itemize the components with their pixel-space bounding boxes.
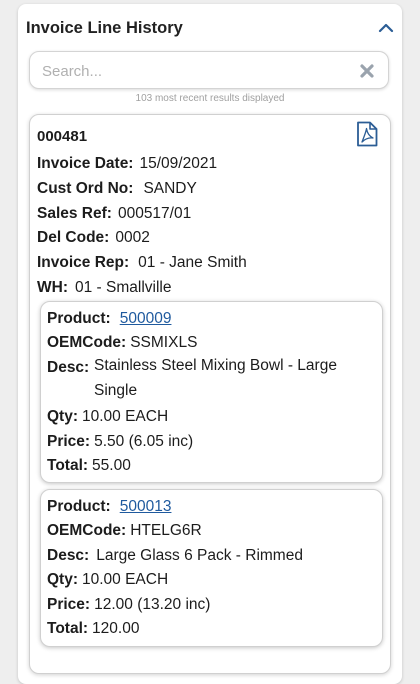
desc-label: Desc: xyxy=(47,359,90,376)
search-box xyxy=(29,51,389,89)
sales-ref-label: Sales Ref: xyxy=(37,205,112,222)
close-icon[interactable] xyxy=(360,64,374,78)
oem-code-row: OEMCode: SSMIXLS xyxy=(47,334,197,352)
sales-ref-value: 000517/01 xyxy=(117,205,192,222)
panel-header[interactable]: Invoice Line History xyxy=(18,4,402,50)
qty-value: 10.00 EACH xyxy=(82,408,169,425)
invoice-date-value: 15/09/2021 xyxy=(139,155,218,172)
desc-value: Large Glass 6 Pack - Rimmed xyxy=(96,547,303,564)
pdf-file-icon[interactable] xyxy=(356,121,378,147)
invoice-line-history-panel: Invoice Line History 103 most recent res… xyxy=(18,4,402,684)
invoice-number: 000481 xyxy=(37,128,88,145)
del-code-value: 0002 xyxy=(115,229,150,246)
product-label: Product: xyxy=(47,498,111,515)
product-row: Product: 500009 xyxy=(47,310,171,328)
desc-row: Desc: Large Glass 6 Pack - Rimmed xyxy=(47,547,303,565)
qty-label: Qty: xyxy=(47,571,78,588)
invoice-rep-value: 01 - Jane Smith xyxy=(138,254,247,271)
invoice-date-label: Invoice Date: xyxy=(37,155,134,172)
panel-title: Invoice Line History xyxy=(26,19,183,37)
invoice-date-field: Invoice Date: 15/09/2021 xyxy=(37,155,217,173)
product-row: Product: 500013 xyxy=(47,498,171,516)
desc-row: Desc: Stainless Steel Mixing Bowl - Larg… xyxy=(47,357,387,399)
total-label: Total: xyxy=(47,620,89,637)
wh-field: WH: 01 - Smallville xyxy=(37,279,171,297)
total-label: Total: xyxy=(47,457,89,474)
invoice-card: 000481 Invoice Date: 15/09/2021 Cust Ord … xyxy=(29,114,391,674)
total-value: 120.00 xyxy=(92,620,140,637)
qty-row: Qty: 10.00 EACH xyxy=(47,571,168,589)
results-count-note: 103 most recent results displayed xyxy=(135,93,285,104)
wh-value: 01 - Smallville xyxy=(75,279,172,296)
total-row: Total: 120.00 xyxy=(47,620,139,638)
invoice-rep-field: Invoice Rep: 01 - Jane Smith xyxy=(37,254,247,272)
cust-ord-no-label: Cust Ord No: xyxy=(37,180,134,197)
invoice-rep-label: Invoice Rep: xyxy=(37,254,130,271)
cust-ord-no-value: SANDY xyxy=(143,180,197,197)
total-value: 55.00 xyxy=(92,457,131,474)
qty-value: 10.00 EACH xyxy=(82,571,169,588)
price-label: Price: xyxy=(47,596,91,613)
product-label: Product: xyxy=(47,310,111,327)
product-link[interactable]: 500013 xyxy=(120,498,172,515)
oem-code-value: HTELG6R xyxy=(130,522,202,539)
product-link[interactable]: 500009 xyxy=(120,310,172,327)
qty-label: Qty: xyxy=(47,408,78,425)
price-row: Price: 5.50 (6.05 inc) xyxy=(47,433,193,451)
desc-value: Stainless Steel Mixing Bowl - Large Sing… xyxy=(94,357,337,399)
oem-code-label: OEMCode: xyxy=(47,334,127,351)
sales-ref-field: Sales Ref: 000517/01 xyxy=(37,205,191,223)
oem-code-label: OEMCode: xyxy=(47,522,127,539)
qty-row: Qty: 10.00 EACH xyxy=(47,408,168,426)
chevron-up-icon[interactable] xyxy=(378,20,394,36)
price-value: 12.00 (13.20 inc) xyxy=(94,596,211,613)
cust-ord-no-field: Cust Ord No: SANDY xyxy=(37,180,197,198)
price-label: Price: xyxy=(47,433,91,450)
oem-code-value: SSMIXLS xyxy=(130,334,198,351)
del-code-field: Del Code: 0002 xyxy=(37,229,150,247)
price-row: Price: 12.00 (13.20 inc) xyxy=(47,596,210,614)
price-value: 5.50 (6.05 inc) xyxy=(94,433,194,450)
invoice-line-card: Product: 500013 OEMCode: HTELG6R Desc: Larg… xyxy=(40,489,383,647)
desc-label: Desc: xyxy=(47,547,90,564)
total-row: Total: 55.00 xyxy=(47,457,131,475)
del-code-label: Del Code: xyxy=(37,229,110,246)
wh-label: WH: xyxy=(37,279,68,296)
oem-code-row: OEMCode: HTELG6R xyxy=(47,522,202,540)
search-input[interactable] xyxy=(40,60,354,82)
invoice-line-card: Product: 500009 OEMCode: SSMIXLS Desc: Sta… xyxy=(40,301,383,483)
